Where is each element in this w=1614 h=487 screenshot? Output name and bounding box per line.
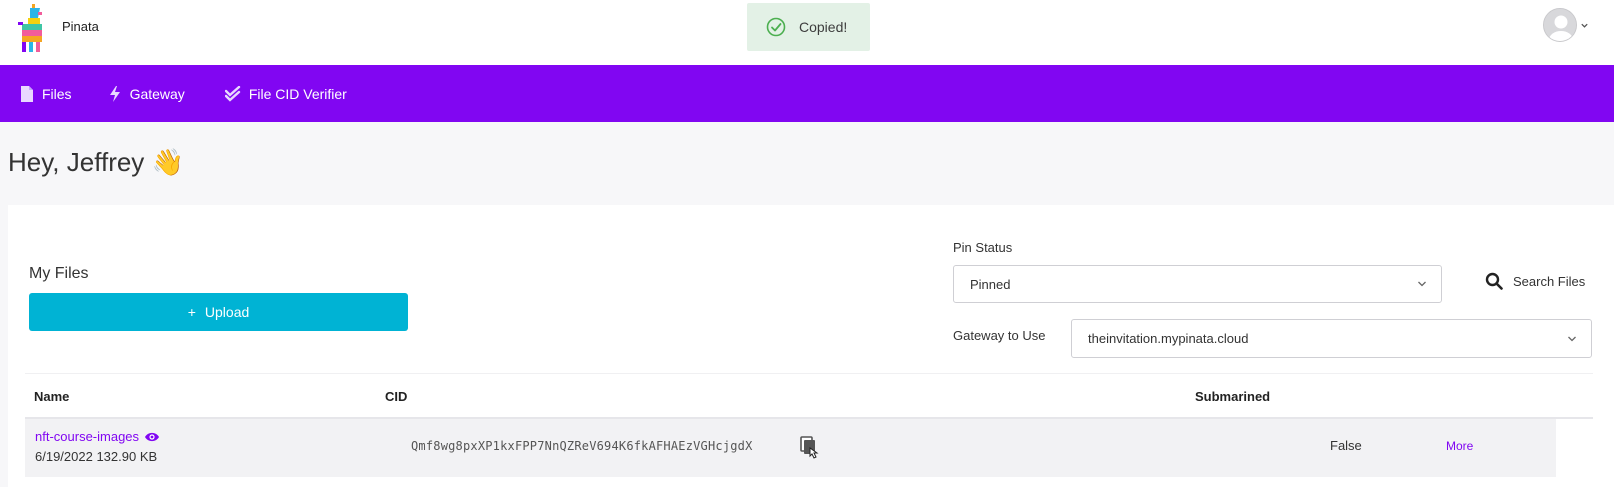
file-cid: Qmf8wg8pxXP1kxFPP7NnQZReV694K6fkAFHAEzVG… — [411, 439, 753, 453]
toast-message: Copied! — [799, 19, 848, 35]
column-header-submarined: Submarined — [1195, 389, 1271, 404]
search-files-button[interactable]: Search Files — [1485, 272, 1585, 290]
more-link[interactable]: More — [1446, 439, 1473, 453]
top-header: Pinata Copied! — [0, 0, 1614, 65]
upload-button[interactable]: + Upload — [29, 293, 408, 331]
page-title: Hey, Jeffrey 👋 — [8, 147, 184, 177]
nav-label-gateway: Gateway — [129, 85, 185, 102]
files-card: My Files + Upload Pin Status Pinned Sear… — [8, 205, 1614, 487]
avatar[interactable] — [1543, 8, 1577, 42]
file-name: nft-course-images — [35, 429, 140, 444]
file-icon — [21, 85, 33, 102]
brand[interactable]: Pinata — [18, 4, 99, 54]
eye-icon[interactable] — [144, 431, 160, 443]
check-circle-icon — [766, 17, 786, 37]
nav-item-gateway[interactable]: Gateway — [108, 65, 185, 122]
user-menu[interactable] — [1543, 8, 1589, 42]
file-name-link[interactable]: nft-course-images — [35, 429, 160, 444]
pinata-logo-icon — [18, 4, 42, 52]
search-icon — [1485, 272, 1503, 290]
search-files-label: Search Files — [1513, 273, 1586, 289]
copied-toast: Copied! — [747, 3, 870, 51]
lightning-icon — [109, 85, 120, 102]
brand-name: Pinata — [62, 18, 99, 34]
chevron-down-icon — [1418, 281, 1426, 287]
nav-item-file-cid-verifier[interactable]: File CID Verifier — [224, 65, 347, 122]
column-header-cid: CID — [385, 389, 408, 404]
chevron-down-icon — [1568, 336, 1576, 341]
nav-label-files: Files — [42, 85, 72, 102]
table-row: nft-course-images 6/19/2022 132.90 KB Qm… — [25, 419, 1556, 477]
double-check-icon — [224, 85, 241, 102]
pin-status-value: Pinned — [970, 276, 1011, 292]
table-header: Name CID Submarined — [25, 373, 1593, 419]
section-title: My Files — [29, 265, 89, 282]
submarined-value: False — [1330, 438, 1362, 453]
user-silhouette-icon — [1544, 9, 1576, 41]
column-header-name: Name — [34, 389, 70, 404]
main-nav: Files Gateway File CID Verifier — [0, 65, 1614, 122]
nav-label-file-cid-verifier: File CID Verifier — [248, 85, 347, 102]
gateway-value: theinvitation.mypinata.cloud — [1088, 331, 1249, 346]
gateway-select[interactable]: theinvitation.mypinata.cloud — [1071, 319, 1592, 358]
file-date-size: 6/19/2022 132.90 KB — [35, 449, 158, 464]
gateway-label: Gateway to Use — [953, 328, 1046, 343]
pin-status-select[interactable]: Pinned — [953, 265, 1442, 303]
chevron-down-icon — [1581, 23, 1588, 28]
plus-icon: + — [187, 304, 196, 320]
copy-icon[interactable] — [800, 436, 822, 462]
pin-status-label: Pin Status — [953, 240, 1013, 255]
nav-item-files[interactable]: Files — [20, 65, 72, 122]
upload-label: Upload — [204, 304, 250, 320]
